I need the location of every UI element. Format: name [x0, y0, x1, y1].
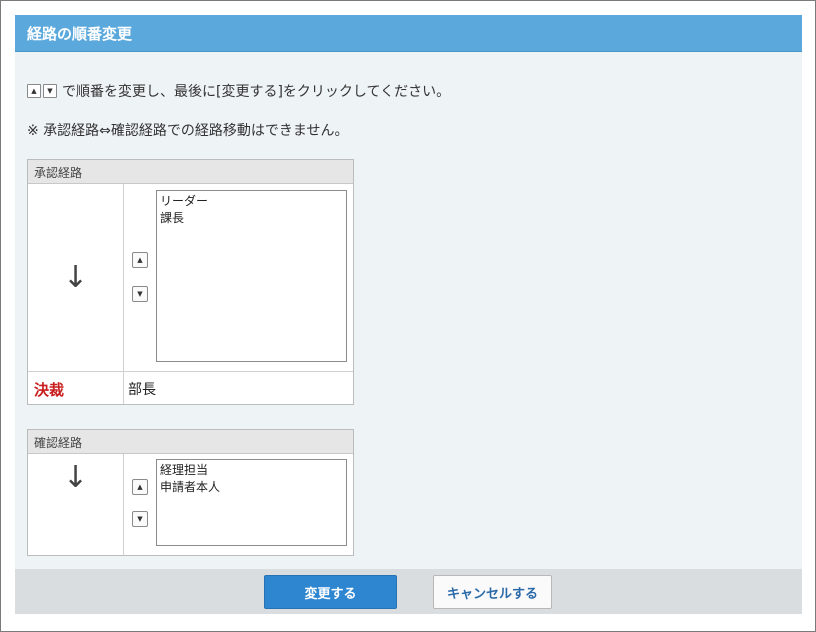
down-flow-arrow-icon: ↓ [28, 454, 124, 555]
instruction-text: で順番を変更し、最後に[変更する]をクリックしてください。 [62, 84, 451, 100]
cancel-button[interactable]: キャンセルする [433, 575, 552, 609]
move-down-button[interactable]: ▼ [132, 286, 148, 302]
move-up-button[interactable]: ▲ [132, 479, 148, 495]
instruction: ▲ ▼ で順番を変更し、最後に[変更する]をクリックしてください。 [27, 81, 450, 101]
dialog-header: 経路の順番変更 [15, 15, 802, 52]
confirm-route-listbox[interactable]: 経理担当 申請者本人 [156, 459, 347, 546]
route-move-note: ※ 承認経路⇔確認経路での経路移動はできません。 [27, 123, 349, 139]
dialog-content: ▲ ▼ で順番を変更し、最後に[変更する]をクリックしてください。 ※ 承認経路… [15, 52, 802, 569]
confirm-route-row: ↓ ▲ ▼ 経理担当 申請者本人 [28, 454, 353, 555]
final-approval-label: 決裁 [28, 372, 124, 404]
up-arrow-icon: ▲ [27, 84, 41, 98]
approval-route-row: ↓ ▲ ▼ リーダー 課長 [28, 184, 353, 372]
list-item[interactable]: 申請者本人 [160, 479, 343, 496]
move-up-button[interactable]: ▲ [132, 252, 148, 268]
list-item[interactable]: 経理担当 [160, 462, 343, 479]
list-item[interactable]: リーダー [160, 193, 343, 210]
final-approver-row: 決裁 部長 [28, 372, 353, 404]
approval-route-panel: 承認経路 ↓ ▲ ▼ リーダー 課長 決裁 部長 [27, 159, 354, 405]
submit-button[interactable]: 変更する [264, 575, 397, 609]
down-flow-arrow-icon: ↓ [28, 184, 124, 371]
down-arrow-icon: ▼ [43, 84, 57, 98]
approval-route-listbox[interactable]: リーダー 課長 [156, 190, 347, 362]
dialog-title: 経路の順番変更 [27, 25, 133, 43]
approval-route-heading: 承認経路 [28, 160, 353, 184]
confirm-route-list-cell: ▲ ▼ 経理担当 申請者本人 [124, 454, 353, 555]
confirm-route-panel: 確認経路 ↓ ▲ ▼ 経理担当 申請者本人 [27, 429, 354, 556]
list-item[interactable]: 課長 [160, 210, 343, 227]
confirm-route-heading: 確認経路 [28, 430, 353, 454]
final-approver-value: 部長 [128, 382, 156, 398]
dialog-footer: 変更する キャンセルする [15, 569, 802, 614]
move-down-button[interactable]: ▼ [132, 511, 148, 527]
approval-route-list-cell: ▲ ▼ リーダー 課長 [124, 184, 353, 371]
